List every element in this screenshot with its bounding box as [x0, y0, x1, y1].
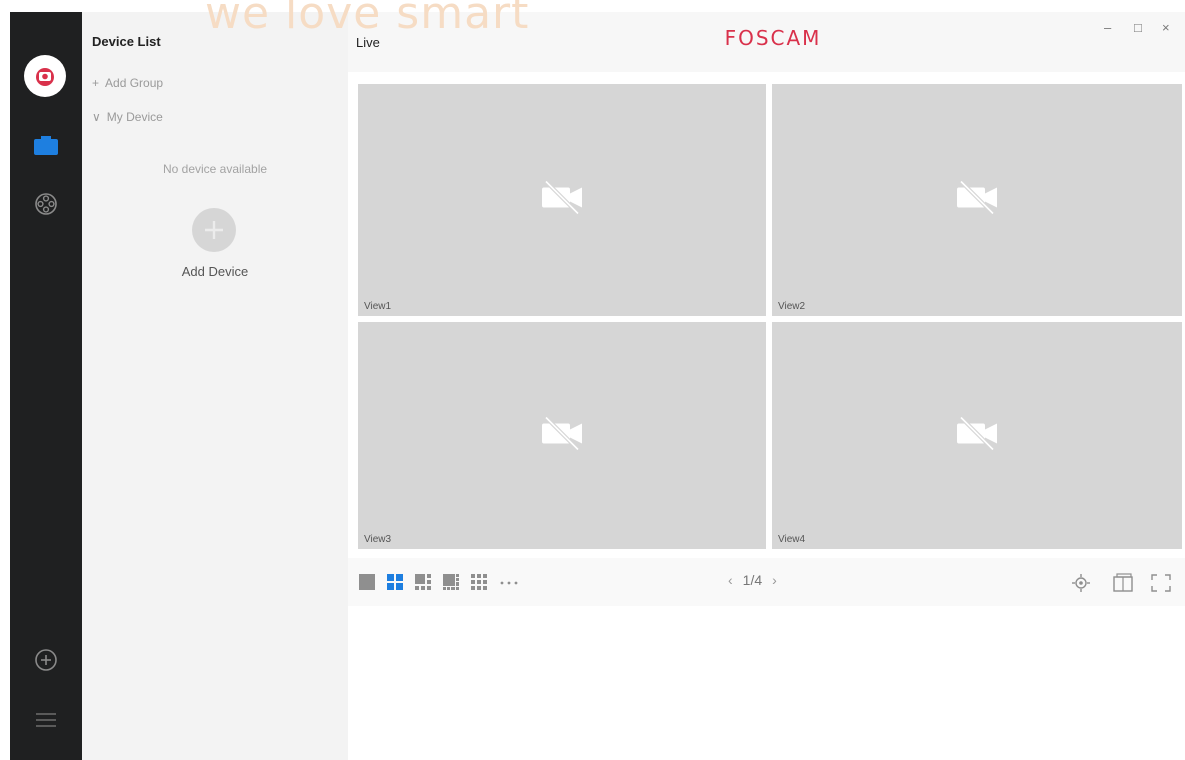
chevron-down-icon: ∨ [92, 110, 101, 124]
chevron-left-icon[interactable]: ‹ [728, 572, 733, 588]
close-button[interactable]: × [1162, 20, 1170, 35]
empty-state-text: No device available [162, 162, 268, 176]
left-nav-rail [10, 12, 82, 760]
layout-1-icon[interactable] [358, 573, 376, 596]
live-main-area: Live FOSCAM – □ × View1 View2 View3 View… [348, 12, 1185, 760]
video-view[interactable]: View3 [358, 322, 766, 549]
add-group-item[interactable]: + Add Group [92, 76, 163, 90]
brand-name: FOSCAM [724, 26, 822, 50]
device-list-panel: Device List + Add Group ∨ My Device No d… [82, 12, 348, 760]
add-device-button[interactable] [192, 208, 236, 252]
layout-9-icon[interactable] [470, 573, 488, 596]
camera-off-icon [953, 413, 1001, 458]
page-indicator: 1/4 [742, 572, 763, 588]
my-device-group[interactable]: ∨ My Device [92, 110, 163, 124]
plus-icon: + [92, 76, 100, 90]
video-view[interactable]: View2 [772, 84, 1182, 316]
camera-off-icon [953, 178, 1001, 223]
layout-6-icon[interactable] [414, 573, 432, 596]
view-label: View3 [364, 534, 392, 545]
foscam-logo-icon[interactable] [24, 55, 66, 97]
plus-icon [205, 221, 223, 239]
video-view[interactable]: View1 [358, 84, 766, 316]
pagination: ‹ 1/4 › [728, 572, 777, 588]
brand-logo: FOSCAM [703, 26, 843, 50]
maximize-button[interactable]: □ [1134, 20, 1142, 35]
chevron-right-icon[interactable]: › [772, 572, 777, 588]
layout-8-icon[interactable] [442, 573, 460, 596]
menu-icon[interactable] [10, 710, 82, 730]
top-bar: Live FOSCAM – □ × [348, 12, 1185, 72]
ptz-control-icon[interactable] [1070, 573, 1092, 598]
add-device-label[interactable]: Add Device [82, 264, 348, 279]
camera-off-icon [538, 413, 586, 458]
page-title: Live [356, 35, 380, 50]
add-icon[interactable] [10, 648, 82, 672]
minimize-button[interactable]: – [1104, 20, 1111, 35]
fullscreen-icon[interactable] [1150, 573, 1172, 598]
layout-4-icon[interactable] [386, 573, 404, 596]
view-label: View2 [778, 301, 806, 312]
device-list-title: Device List [92, 34, 161, 49]
video-view[interactable]: View4 [772, 322, 1182, 549]
playback-icon[interactable] [10, 192, 82, 216]
split-window-icon[interactable] [1112, 573, 1134, 598]
camera-off-icon [538, 178, 586, 223]
view-label: View1 [364, 301, 392, 312]
live-view-icon[interactable] [10, 136, 82, 156]
video-grid: View1 View2 View3 View4 [358, 84, 1182, 549]
live-toolbar: ‹ 1/4 › [348, 558, 1185, 606]
view-label: View4 [778, 534, 806, 545]
add-group-label: Add Group [105, 76, 164, 90]
more-layouts-icon[interactable] [498, 573, 520, 596]
my-device-label: My Device [106, 110, 163, 124]
